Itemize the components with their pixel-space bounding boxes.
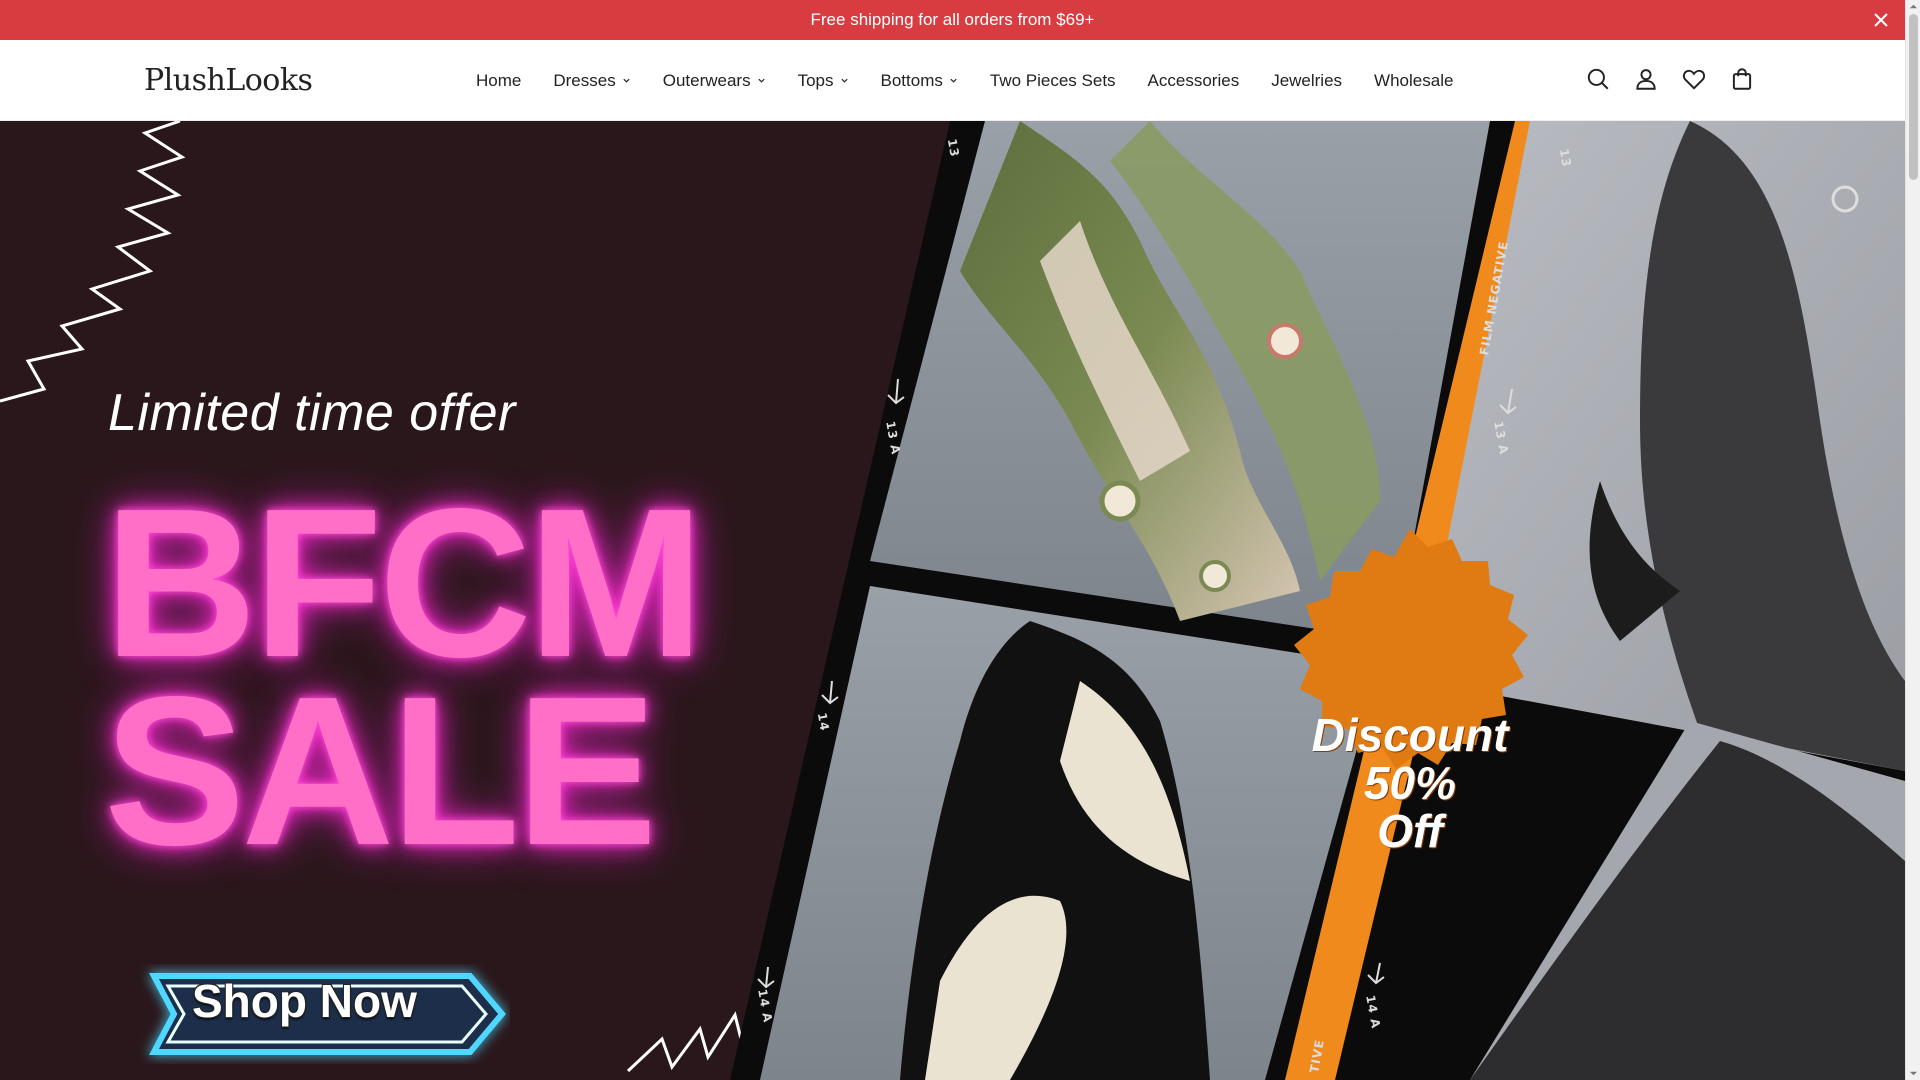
chevron-down-icon — [950, 78, 957, 83]
nav-home-label: Home — [476, 70, 522, 90]
announcement-bar: Free shipping for all orders from $69+ — [0, 0, 1905, 40]
discount-badge: Discount 50% Off — [1290, 711, 1530, 855]
site-header: PlushLooks Home Dresses Outerwears Tops … — [0, 40, 1905, 121]
hero-headline-line1: BFCM — [104, 464, 704, 701]
hero-headline-line2: SALE — [104, 652, 657, 889]
nav-jewelries-label: Jewelries — [1271, 70, 1343, 90]
page: Free shipping for all orders from $69+ P… — [0, 0, 1920, 1080]
nav-outerwears-label: Outerwears — [662, 70, 751, 90]
film-label: 13 — [1556, 147, 1574, 169]
chevron-down-icon — [840, 78, 848, 83]
discount-line3: Off — [1377, 805, 1443, 857]
close-icon[interactable] — [1869, 8, 1893, 32]
nav-bottoms-label: Bottoms — [880, 70, 943, 90]
film-label: 13 — [944, 137, 962, 159]
hero-headline: BFCM SALE — [104, 464, 704, 889]
nav-jewelries[interactable]: Jewelries — [1271, 71, 1342, 91]
scroll-down-arrow-icon[interactable] — [1909, 1069, 1918, 1078]
nav-wholesale-label: Wholesale — [1374, 70, 1454, 90]
cart-icon[interactable] — [1729, 66, 1755, 92]
film-label: 14 — [814, 711, 832, 733]
main-nav: Home Dresses Outerwears Tops Bottoms Two… — [476, 40, 1485, 121]
nav-outerwears[interactable]: Outerwears — [663, 71, 766, 91]
page-scrollbar[interactable] — [1905, 0, 1920, 1080]
nav-dresses-label: Dresses — [553, 70, 616, 90]
discount-line1: Discount — [1311, 709, 1509, 761]
nav-bottoms[interactable]: Bottoms — [881, 71, 958, 91]
logo[interactable]: PlushLooks — [144, 63, 313, 98]
header-icons — [1585, 66, 1755, 92]
wishlist-icon[interactable] — [1681, 66, 1707, 92]
account-icon[interactable] — [1633, 66, 1659, 92]
nav-dresses[interactable]: Dresses — [553, 71, 630, 91]
scroll-up-arrow-icon[interactable] — [1909, 2, 1918, 11]
chevron-down-icon — [757, 78, 765, 83]
nav-two-pieces-sets[interactable]: Two Pieces Sets — [990, 71, 1116, 91]
nav-accessories-label: Accessories — [1147, 70, 1240, 90]
nav-tops-label: Tops — [797, 70, 834, 90]
scroll-thumb[interactable] — [1909, 14, 1918, 180]
shop-now-label[interactable]: Shop Now — [192, 974, 417, 1028]
hero-tagline: Limited time offer — [108, 384, 516, 442]
chevron-down-icon — [623, 78, 630, 83]
discount-line2: 50% — [1363, 757, 1457, 809]
zigzag-decoration — [0, 121, 186, 403]
nav-home[interactable]: Home — [476, 71, 521, 91]
nav-wholesale[interactable]: Wholesale — [1374, 71, 1453, 91]
nav-accessories[interactable]: Accessories — [1148, 71, 1240, 91]
nav-two-pieces-sets-label: Two Pieces Sets — [989, 70, 1116, 90]
nav-tops[interactable]: Tops — [798, 71, 849, 91]
search-icon[interactable] — [1585, 66, 1611, 92]
hero-banner: 13 13 A 14 14 A FILM NEGATIVE 13 13 A 14… — [0, 121, 1905, 1080]
announcement-text: Free shipping for all orders from $69+ — [810, 10, 1095, 29]
